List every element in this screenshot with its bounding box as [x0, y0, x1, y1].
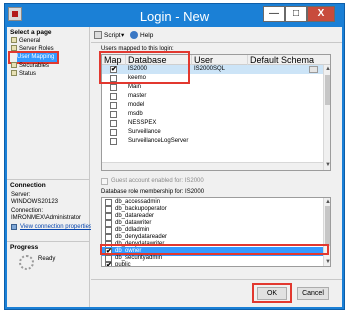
scroll-thumb[interactable]	[325, 75, 330, 105]
database-cell: SurveillanceLogServer	[128, 138, 189, 144]
database-cell: msdb	[128, 111, 143, 117]
scroll-up-icon[interactable]: ▲	[325, 66, 330, 72]
script-button[interactable]: Script	[104, 32, 121, 39]
page-icon	[11, 70, 17, 76]
db-owner-highlight	[100, 244, 329, 255]
right-pane: Script ▾ Help Users mapped to this login…	[91, 27, 342, 277]
column-header-default-schema[interactable]: Default Schema	[248, 55, 324, 65]
help-button[interactable]: Help	[140, 32, 153, 39]
help-icon	[130, 31, 138, 39]
ok-button-highlight	[252, 283, 292, 303]
progress-header: Progress	[10, 244, 39, 251]
column-header-user[interactable]: User	[192, 55, 248, 65]
role-name: public	[115, 262, 131, 267]
users-grid-scrollbar[interactable]: ▲ ▼	[323, 65, 330, 170]
role-membership-list: db_accessadmin db_backupoperator db_data…	[101, 197, 331, 267]
script-icon	[94, 31, 102, 39]
map-checkbox[interactable]	[110, 102, 117, 109]
guest-account-checkbox[interactable]	[101, 178, 108, 185]
divider	[7, 241, 89, 242]
page-label: Securables	[19, 63, 50, 69]
map-checkbox[interactable]	[110, 129, 117, 136]
map-checkbox[interactable]	[110, 111, 117, 118]
database-cell: Surveillance	[128, 129, 161, 135]
divider	[7, 179, 89, 180]
schema-browse-button[interactable]	[309, 66, 318, 73]
connection-header: Connection	[10, 182, 46, 189]
server-label: Server:	[11, 192, 31, 198]
map-checkbox[interactable]	[110, 120, 117, 127]
scroll-thumb[interactable]	[325, 206, 330, 246]
database-cell: master	[128, 93, 147, 99]
roles-list-scrollbar[interactable]: ▲ ▼	[323, 198, 330, 266]
progress-status: Ready	[38, 256, 56, 262]
close-button[interactable]: X	[307, 6, 335, 22]
maximize-button[interactable]: □	[285, 6, 307, 22]
users-grid-hscrollbar[interactable]	[102, 162, 323, 170]
scroll-down-icon[interactable]: ▼	[325, 162, 330, 168]
connection-properties-icon	[11, 224, 17, 230]
select-page-header: Select a page	[10, 29, 52, 36]
connection-value: IMRONMEX\Administrator	[11, 215, 82, 221]
map-checkbox[interactable]	[110, 138, 117, 145]
database-cell: NESSPEX	[128, 120, 157, 126]
view-connection-properties-link[interactable]: View connection properties	[20, 224, 92, 230]
role-membership-label: Database role membership for: IS2000	[101, 189, 205, 195]
list-item[interactable]: ✔ public	[102, 261, 323, 267]
toolbar-divider	[91, 42, 342, 43]
scroll-down-icon[interactable]: ▼	[325, 259, 330, 265]
database-cell: Main	[128, 84, 142, 90]
table-row[interactable]: SurveillanceLogServer	[102, 137, 323, 146]
page-label: Status	[19, 71, 37, 77]
left-pane: Select a page General Server Roles User …	[7, 27, 92, 307]
table-row[interactable]: master	[102, 92, 323, 101]
page-label: General	[19, 38, 41, 44]
cancel-button[interactable]: Cancel	[297, 287, 329, 300]
server-value: WINDOWS20123	[11, 199, 59, 205]
table-row[interactable]: Main	[102, 83, 323, 92]
scroll-up-icon[interactable]: ▲	[325, 199, 330, 205]
user-cell[interactable]: IS2000SQL	[194, 65, 225, 74]
map-checkbox[interactable]	[110, 93, 117, 100]
progress-spinner-icon	[19, 255, 34, 270]
role-checkbox[interactable]: ✔	[105, 262, 112, 266]
script-dropdown-icon[interactable]: ▾	[121, 31, 124, 39]
database-cell: model	[128, 102, 145, 108]
page-item-status[interactable]: Status	[11, 70, 36, 79]
footer-divider	[91, 279, 342, 280]
page-icon	[11, 37, 17, 43]
guest-account-label: Guest account enabled for: IS2000	[111, 178, 204, 184]
table-row[interactable]: msdb	[102, 110, 323, 119]
map-checkbox[interactable]	[110, 84, 117, 91]
table-row[interactable]: NESSPEX	[102, 119, 323, 128]
table-row[interactable]: model	[102, 101, 323, 110]
connection-label: Connection:	[11, 208, 44, 214]
app-icon	[8, 7, 22, 21]
minimize-button[interactable]: —	[263, 6, 285, 22]
users-mapped-highlight	[99, 51, 190, 84]
table-row[interactable]: Surveillance	[102, 128, 323, 137]
page-icon	[11, 62, 17, 68]
